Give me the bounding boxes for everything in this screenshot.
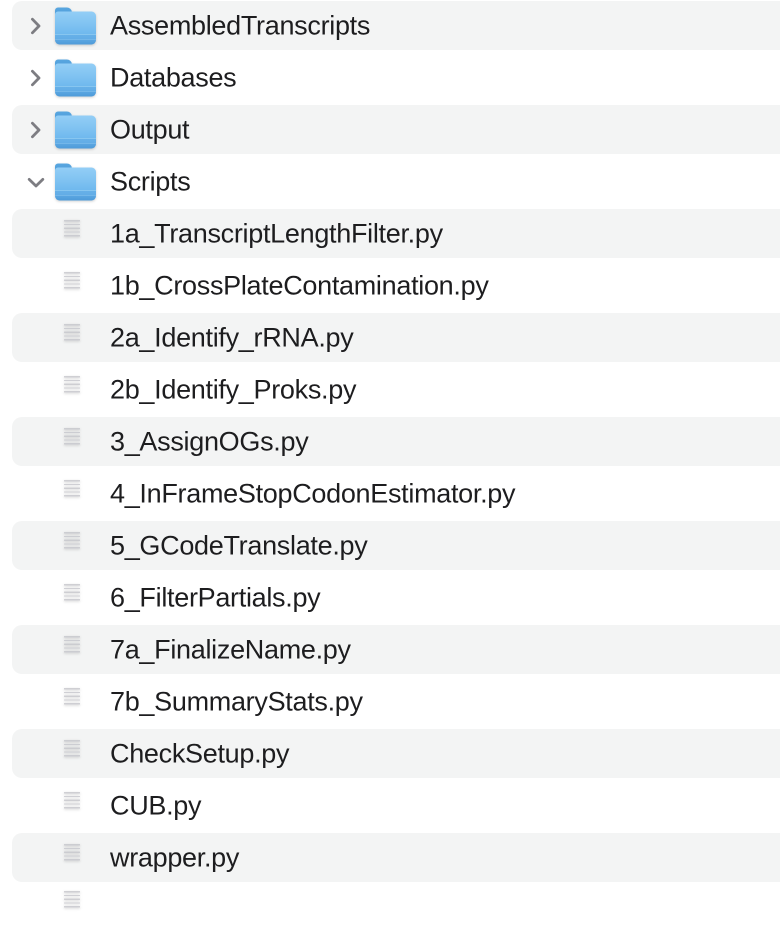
tree-row[interactable]: PYTHON 1b_CrossPlateContamination.py: [0, 260, 780, 312]
python-file-icon: PYTHON: [60, 423, 90, 461]
tree-row[interactable]: PYTHON 5_GCodeTranslate.py: [0, 520, 780, 572]
tree-row[interactable]: Scripts: [0, 156, 780, 208]
item-label: 4_InFrameStopCodonEstimator.py: [110, 479, 515, 510]
python-file-icon: PYTHON: [60, 579, 90, 617]
tree-row[interactable]: AssembledTranscripts: [0, 0, 780, 52]
tree-row[interactable]: Output: [0, 104, 780, 156]
python-file-icon: PYTHON: [60, 839, 90, 877]
python-file-icon: PYTHON: [60, 319, 90, 357]
tree-row[interactable]: PYTHON 7a_FinalizeName.py: [0, 624, 780, 676]
python-file-icon: PYTHON: [60, 527, 90, 565]
python-badge-label: PYTHON: [54, 311, 66, 316]
python-file-icon: PYTHON: [60, 215, 90, 253]
tree-row[interactable]: PYTHON CheckSetup.py: [0, 728, 780, 780]
python-badge-label: PYTHON: [54, 363, 66, 368]
item-label: 2a_Identify_rRNA.py: [110, 323, 353, 354]
python-file-icon: PYTHON: [60, 267, 90, 305]
chevron-right-icon[interactable]: [25, 119, 47, 141]
item-label: CheckSetup.py: [110, 739, 289, 770]
item-label: 3_AssignOGs.py: [110, 427, 308, 458]
python-badge-label: PYTHON: [54, 415, 66, 420]
python-badge-label: PYTHON: [54, 571, 66, 576]
item-label: Output: [110, 115, 189, 146]
item-label: 7b_SummaryStats.py: [110, 687, 363, 718]
file-tree[interactable]: AssembledTranscripts Databases Output Sc…: [0, 0, 780, 892]
python-file-icon: PYTHON: [60, 735, 90, 773]
tree-row[interactable]: PYTHON 2b_Identify_Proks.py: [0, 364, 780, 416]
tree-row[interactable]: Databases: [0, 52, 780, 104]
chevron-right-icon[interactable]: [25, 67, 47, 89]
item-label: 5_GCodeTranslate.py: [110, 531, 367, 562]
tree-row[interactable]: PYTHON CUB.py: [0, 780, 780, 832]
item-label: wrapper.py: [110, 843, 239, 874]
tree-row[interactable]: PYTHON wrapper.py: [0, 832, 780, 884]
tree-row[interactable]: PYTHON 2a_Identify_rRNA.py: [0, 312, 780, 364]
chevron-right-icon[interactable]: [25, 15, 47, 37]
folder-icon: [55, 112, 96, 149]
python-badge-label: PYTHON: [54, 727, 66, 732]
tree-row[interactable]: PYTHON 6_FilterPartials.py: [0, 572, 780, 624]
item-label: 6_FilterPartials.py: [110, 583, 320, 614]
tree-row[interactable]: PYTHON 3_AssignOGs.py: [0, 416, 780, 468]
folder-icon: [55, 60, 96, 97]
item-label: Scripts: [110, 167, 190, 198]
tree-row[interactable]: PYTHON 4_InFrameStopCodonEstimator.py: [0, 468, 780, 520]
python-badge-label: PYTHON: [54, 623, 66, 628]
python-file-icon: PYTHON: [60, 683, 90, 721]
python-badge-label: PYTHON: [54, 519, 66, 524]
python-badge-label: PYTHON: [54, 467, 66, 472]
python-badge-label: PYTHON: [54, 259, 66, 264]
python-badge-label: PYTHON: [54, 675, 66, 680]
item-label: 1b_CrossPlateContamination.py: [110, 271, 489, 302]
python-file-icon: PYTHON: [60, 371, 90, 409]
python-file-icon: PYTHON: [60, 631, 90, 669]
python-file-icon: PYTHON: [60, 475, 90, 513]
chevron-down-icon[interactable]: [25, 171, 47, 193]
python-badge-label: PYTHON: [54, 831, 66, 836]
tree-row[interactable]: PYTHON 1a_TranscriptLengthFilter.py: [0, 208, 780, 260]
item-label: 1a_TranscriptLengthFilter.py: [110, 219, 443, 250]
python-badge-label: PYTHON: [54, 207, 66, 212]
python-file-icon: PYTHON: [60, 787, 90, 825]
folder-icon: [55, 164, 96, 201]
item-label: AssembledTranscripts: [110, 11, 370, 42]
python-badge-label: PYTHON: [54, 779, 66, 784]
item-label: 2b_Identify_Proks.py: [110, 375, 356, 406]
item-label: CUB.py: [110, 791, 201, 822]
tree-row[interactable]: PYTHON 7b_SummaryStats.py: [0, 676, 780, 728]
item-label: 7a_FinalizeName.py: [110, 635, 351, 666]
item-label: Databases: [110, 63, 236, 94]
folder-icon: [55, 8, 96, 45]
